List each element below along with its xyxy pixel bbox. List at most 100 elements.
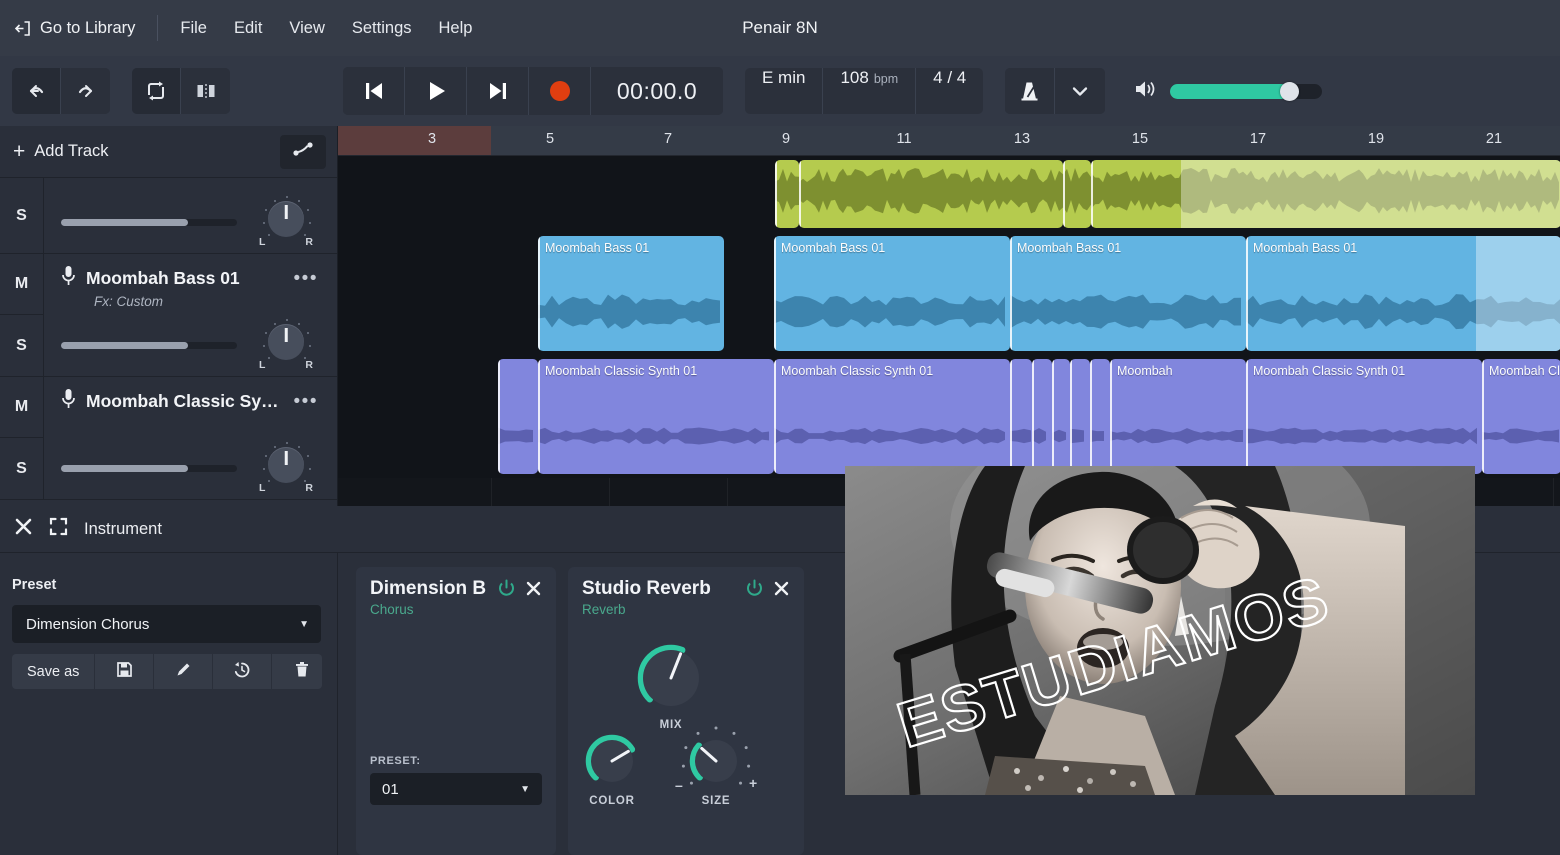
- clip-edge[interactable]: [774, 359, 776, 474]
- audio-clip[interactable]: Moombah Bass 01: [538, 236, 724, 351]
- menu-item-file[interactable]: File: [180, 19, 207, 38]
- metronome-button[interactable]: [1005, 68, 1056, 114]
- menu-item-settings[interactable]: Settings: [352, 19, 412, 38]
- clip-edge[interactable]: [1246, 236, 1248, 351]
- clip-edge[interactable]: [1090, 359, 1092, 474]
- timeline-lane[interactable]: Moombah Classic Synth 01 Moombah Classic …: [338, 355, 1560, 478]
- audio-clip[interactable]: [498, 359, 538, 474]
- audio-clip[interactable]: [1032, 359, 1052, 474]
- clip-edge[interactable]: [1482, 359, 1484, 474]
- reverb-knob-mix[interactable]: [637, 644, 705, 712]
- clip-edge[interactable]: [1063, 160, 1065, 228]
- audio-clip[interactable]: [799, 160, 1063, 228]
- add-track-button[interactable]: + Add Track: [13, 141, 109, 162]
- clip-edge[interactable]: [1246, 359, 1248, 474]
- delete-preset-button[interactable]: [272, 654, 322, 689]
- track-volume-fader[interactable]: [61, 464, 237, 472]
- timeline-ruler[interactable]: 3 5 7 9 11 13 15 17 19 21: [338, 126, 1560, 156]
- loop-button[interactable]: [132, 68, 181, 114]
- audio-clip[interactable]: [1052, 359, 1070, 474]
- clip-edge[interactable]: [1070, 359, 1072, 474]
- close-icon[interactable]: [14, 517, 33, 541]
- track-menu-button[interactable]: •••: [294, 392, 318, 411]
- skip-next-button[interactable]: [467, 67, 529, 115]
- menu-item-help[interactable]: Help: [439, 19, 473, 38]
- audio-clip[interactable]: [1070, 359, 1090, 474]
- power-icon[interactable]: [745, 579, 764, 603]
- automation-button[interactable]: [280, 134, 326, 169]
- go-to-library-button[interactable]: Go to Library: [14, 19, 135, 38]
- loop-region[interactable]: [338, 126, 491, 156]
- track-pan-knob[interactable]: LR: [259, 441, 313, 495]
- clip-edge[interactable]: [799, 160, 801, 228]
- reverb-knob-size[interactable]: [681, 726, 751, 788]
- audio-clip[interactable]: Moombah Classic Synth 01: [1246, 359, 1482, 474]
- reverb-knob-color[interactable]: [585, 734, 639, 788]
- track-solo-button[interactable]: S: [0, 438, 43, 499]
- track-solo-button[interactable]: S: [0, 178, 43, 253]
- track-header[interactable]: S LR: [0, 178, 337, 254]
- reset-preset-button[interactable]: [213, 654, 273, 689]
- record-button[interactable]: [529, 67, 591, 115]
- speaker-icon[interactable]: [1133, 78, 1157, 105]
- clip-edge[interactable]: [498, 359, 500, 474]
- undo-button[interactable]: [12, 68, 61, 114]
- audio-clip[interactable]: [1063, 160, 1091, 228]
- clip-edge[interactable]: [775, 160, 777, 228]
- audio-clip[interactable]: Moombah Bass 01: [1010, 236, 1246, 351]
- clip-edge[interactable]: [1032, 359, 1034, 474]
- time-signature-field[interactable]: 4 / 4: [916, 68, 983, 114]
- power-icon[interactable]: [497, 579, 516, 603]
- audio-clip[interactable]: [1091, 160, 1560, 228]
- timeline-lane[interactable]: Moombah Bass 01 Moombah Bass 01 Moombah Ba…: [338, 232, 1560, 355]
- close-icon[interactable]: [773, 580, 790, 602]
- clip-edge[interactable]: [774, 236, 776, 351]
- save-preset-button[interactable]: [95, 654, 155, 689]
- clip-edge[interactable]: [538, 359, 540, 474]
- track-volume-fader[interactable]: [61, 341, 237, 349]
- audio-clip[interactable]: Moombah Bass 01: [774, 236, 1010, 351]
- redo-button[interactable]: [61, 68, 110, 114]
- master-volume-slider[interactable]: [1170, 81, 1323, 101]
- clip-edge[interactable]: [1091, 160, 1093, 228]
- clip-edge[interactable]: [538, 236, 540, 351]
- expand-icon[interactable]: [49, 517, 68, 541]
- audio-clip[interactable]: Moombah Bass 01: [1246, 236, 1560, 351]
- track-mute-button[interactable]: M: [0, 377, 43, 438]
- track-header[interactable]: M S Moombah Classic Sy… ••• L R: [0, 377, 337, 500]
- edit-preset-button[interactable]: [154, 654, 214, 689]
- audio-clip[interactable]: [1010, 359, 1032, 474]
- key-signature-field[interactable]: E min: [745, 68, 824, 114]
- track-solo-button[interactable]: S: [0, 315, 43, 376]
- audio-clip[interactable]: Moombah Classic Synth 01: [774, 359, 1010, 474]
- effect-preset-select[interactable]: 01 ▼: [370, 773, 542, 805]
- preset-select[interactable]: Dimension Chorus ▼: [12, 605, 321, 643]
- tempo-field[interactable]: 108 bpm: [823, 68, 917, 114]
- track-header[interactable]: M S Moombah Bass 01 ••• Fx: Custom L R: [0, 254, 337, 377]
- menu-item-view[interactable]: View: [289, 19, 324, 38]
- skip-previous-button[interactable]: [343, 67, 405, 115]
- clip-edge[interactable]: [1052, 359, 1054, 474]
- save-as-button[interactable]: Save as: [12, 654, 96, 689]
- track-volume-fader[interactable]: [61, 218, 237, 226]
- audio-clip[interactable]: Moombah: [1110, 359, 1246, 474]
- timeline-lane[interactable]: [338, 156, 1560, 232]
- audio-clip[interactable]: [1090, 359, 1110, 474]
- track-menu-button[interactable]: •••: [294, 269, 318, 288]
- master-volume-thumb[interactable]: [1279, 81, 1299, 101]
- track-mute-button[interactable]: M: [0, 254, 43, 315]
- audio-clip[interactable]: [775, 160, 799, 228]
- audio-clip[interactable]: Moombah Classic Synth 01: [538, 359, 774, 474]
- track-pan-knob[interactable]: LR: [259, 195, 313, 249]
- snap-button[interactable]: [181, 68, 230, 114]
- clip-edge[interactable]: [1010, 359, 1012, 474]
- close-icon[interactable]: [525, 580, 542, 602]
- time-display[interactable]: 00:00.0: [591, 67, 723, 115]
- transport-more-button[interactable]: [1055, 68, 1106, 114]
- play-button[interactable]: [405, 67, 467, 115]
- menu-item-edit[interactable]: Edit: [234, 19, 262, 38]
- clip-edge[interactable]: [1010, 236, 1012, 351]
- clip-edge[interactable]: [1110, 359, 1112, 474]
- track-pan-knob[interactable]: LR: [259, 318, 313, 372]
- audio-clip[interactable]: Moombah Cl: [1482, 359, 1560, 474]
